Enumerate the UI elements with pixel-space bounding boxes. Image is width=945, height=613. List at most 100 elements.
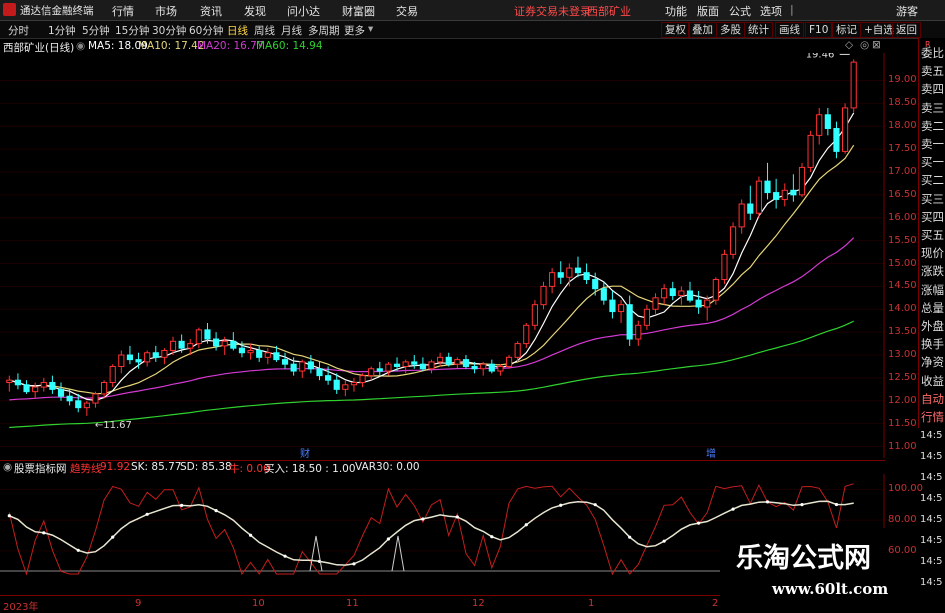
menu-market[interactable]: 行情 [112, 3, 134, 19]
tab-monthly[interactable]: 月线 [281, 23, 302, 38]
candle-body [307, 361, 314, 370]
watermark-title: 乐淘公式网 [736, 543, 871, 574]
menu-layout[interactable]: 版面 [697, 3, 719, 19]
quote-panel-item[interactable]: 行情 [921, 408, 944, 426]
quote-panel-item[interactable]: 涨幅 [921, 281, 944, 299]
candle-body [850, 61, 857, 109]
statistics-button[interactable]: 统计 [744, 22, 773, 38]
draw-line-button[interactable]: 画线 [775, 22, 804, 38]
event-mark-report[interactable]: 财 [300, 445, 310, 460]
event-mark-increase[interactable]: 增 [706, 445, 716, 460]
candle-body [824, 114, 831, 130]
f10-button[interactable]: F10 [805, 22, 833, 38]
menu-formula[interactable]: 公式 [729, 3, 751, 19]
quote-panel-item[interactable]: 买二 [921, 171, 944, 189]
price-axis: 19.00 18.50 18.00 17.50 17.00 16.50 16.00 15.50… [885, 38, 917, 468]
candle-body [841, 107, 849, 152]
candle-body [557, 272, 564, 278]
zoom-icon[interactable]: ◎ [860, 39, 869, 51]
candle-body [721, 253, 728, 281]
restore-rights-button[interactable]: 复权 [661, 22, 690, 38]
tab-daily[interactable]: 日线 [227, 23, 248, 38]
indicator-settings-icon[interactable]: ◉ [3, 461, 12, 473]
menu-trade[interactable]: 交易 [396, 3, 418, 19]
candle-body [833, 128, 840, 152]
candle-body [195, 329, 202, 345]
quote-panel-item[interactable]: 卖二 [921, 117, 944, 135]
panel-toggle[interactable]: R [925, 40, 931, 49]
menu-function[interactable]: 功能 [665, 3, 687, 19]
trade-login-notice[interactable]: 证券交易未登录 [514, 3, 591, 19]
tab-more[interactable]: 更多 [344, 23, 365, 38]
candle-body [213, 338, 220, 347]
quote-panel-item[interactable]: 外盘 [921, 317, 944, 335]
candle-body [574, 267, 582, 274]
candle-body [368, 368, 375, 377]
quote-side-panel: 委比 卖五 卖四 卖三 卖二 卖一 买一 买二 买三 买四 买五 现价 涨跌 涨幅 总量 外盘 换手 净资 收益 自动… [918, 38, 945, 428]
low-label: ←11.67 [95, 420, 132, 431]
tab-multi-period[interactable]: 多周期 [308, 23, 340, 38]
app-name: 通达信金融终端 [20, 5, 94, 17]
tab-60min[interactable]: 60分钟 [189, 23, 223, 38]
sd-dot [559, 503, 563, 507]
sd-dot [76, 548, 80, 552]
quote-panel-item[interactable]: 涨跌 [921, 262, 944, 280]
candle-body [807, 134, 814, 168]
candle-body [161, 349, 168, 358]
tab-5min[interactable]: 5分钟 [82, 23, 110, 38]
quote-panel-item[interactable]: 换手 [921, 335, 944, 353]
candle-body [497, 365, 504, 372]
menu-wealth[interactable]: 财富圈 [342, 3, 375, 19]
quote-panel-item[interactable]: 卖一 [921, 135, 944, 153]
tab-15min[interactable]: 15分钟 [115, 23, 149, 38]
menu-ask[interactable]: 问小达 [287, 3, 320, 19]
user-guest[interactable]: 游客 [896, 3, 918, 19]
settings-icon[interactable]: ◉ [76, 40, 85, 52]
quote-panel-item[interactable]: 买三 [921, 190, 944, 208]
candle-body [626, 304, 633, 340]
candle-body [333, 379, 340, 390]
menu-news[interactable]: 资讯 [200, 3, 222, 19]
quote-panel-item[interactable]: 净资 [921, 353, 944, 371]
candle-body [480, 363, 487, 370]
quote-panel-item[interactable]: 自动 [921, 390, 944, 408]
candle-body [592, 279, 599, 290]
menu-marketplace[interactable]: 市场 [155, 3, 177, 19]
quote-panel-item[interactable]: 卖五 [921, 62, 944, 80]
candle-body [523, 324, 530, 345]
expand-icon[interactable]: ◇ [845, 39, 853, 51]
quote-panel-item[interactable]: 买五 [921, 226, 944, 244]
close-icon[interactable]: ⊠ [872, 39, 881, 51]
candle-body [273, 352, 280, 361]
menu-options[interactable]: 选项 [760, 3, 782, 19]
ma20-label: MA20: 16.77 [197, 40, 264, 52]
mark-button[interactable]: 标记 [832, 22, 861, 38]
quote-panel-item[interactable]: 现价 [921, 244, 944, 262]
candlestick-chart[interactable]: 19.46 ←11.67 [0, 53, 885, 458]
sd-dot [248, 533, 253, 537]
candle-body [342, 384, 349, 390]
tab-intraday[interactable]: 分时 [8, 23, 29, 38]
tab-30min[interactable]: 30分钟 [152, 23, 186, 38]
quote-panel-item[interactable]: 买四 [921, 208, 944, 226]
menu-discover[interactable]: 发现 [244, 3, 266, 19]
quote-panel-item[interactable]: 收益 [921, 372, 944, 390]
sd-value: SD: 85.38 [180, 461, 232, 473]
quote-panel-item[interactable]: 卖四 [921, 80, 944, 98]
quote-panel-item[interactable]: 卖三 [921, 99, 944, 117]
quote-panel-item[interactable]: 买一 [921, 153, 944, 171]
multi-stock-button[interactable]: 多股 [716, 22, 745, 38]
indicator-tick: 80.00 [888, 514, 917, 526]
tab-weekly[interactable]: 周线 [254, 23, 275, 38]
overlay-button[interactable]: 叠加 [688, 22, 717, 38]
indicator-tick: 60.00 [888, 544, 917, 556]
quote-panel-item[interactable]: 总量 [921, 299, 944, 317]
price-tick: 11.00 [888, 440, 917, 452]
chevron-down-icon[interactable]: ▾ [368, 23, 373, 35]
back-button[interactable]: 返回 [892, 22, 921, 38]
tab-1min[interactable]: 1分钟 [48, 23, 76, 38]
price-tick: 13.50 [888, 326, 917, 338]
candle-body [178, 340, 185, 349]
candle-body [566, 267, 573, 278]
time-label: 14:5 [920, 577, 943, 588]
